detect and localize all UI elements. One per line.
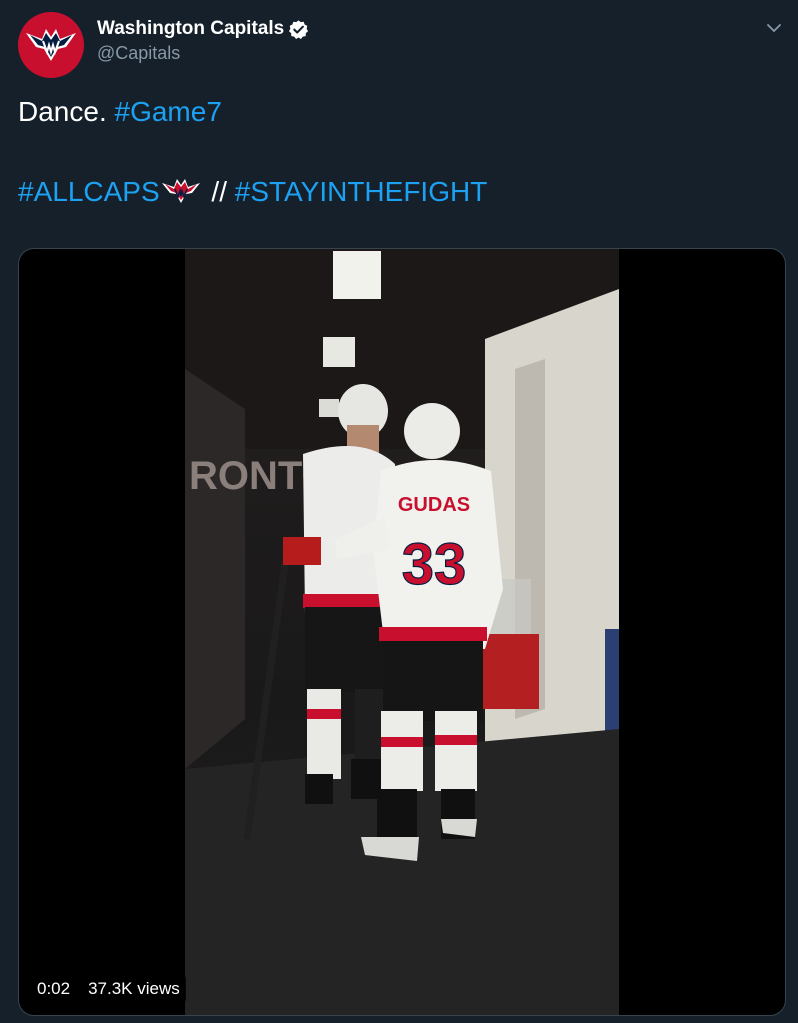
tweet-card[interactable]: Washington Capitals @Capitals Dance. #Ga… [0, 0, 798, 1023]
video-player[interactable]: RONTO GUDAS 33 0:02 37.3K views [18, 248, 786, 1016]
tweet-text-line-1: Dance. #Game7 [18, 92, 487, 132]
verified-badge-icon [289, 19, 309, 39]
jersey-number-text: 33 [402, 532, 467, 597]
video-time-badge: 0:02 [31, 975, 77, 1003]
hashtag-game7-link[interactable]: #Game7 [115, 96, 222, 127]
tweet-text-dance: Dance. [18, 96, 115, 127]
tweet-text-separator: // [203, 176, 235, 207]
capitals-hashflag-icon [161, 179, 200, 203]
author-handle[interactable]: @Capitals [97, 43, 309, 64]
capitals-eagle-logo-icon [26, 29, 76, 61]
avatar[interactable] [18, 12, 84, 78]
hashtag-allcaps-link[interactable]: #ALLCAPS [18, 176, 160, 207]
tweet-text: Dance. #Game7 #ALLCAPS // #STAYINTHEFIGH… [18, 92, 487, 212]
hashtag-stayinthefight-link[interactable]: #STAYINTHEFIGHT [235, 176, 488, 207]
jersey-name-text: GUDAS [398, 494, 470, 516]
author-display-name[interactable]: Washington Capitals [97, 18, 284, 40]
tweet-header: Washington Capitals @Capitals [18, 12, 309, 78]
author-names: Washington Capitals @Capitals [97, 18, 309, 64]
chevron-down-icon[interactable] [764, 18, 784, 38]
video-frame[interactable]: RONTO GUDAS 33 [185, 249, 619, 1015]
tweet-text-line-2: #ALLCAPS // #STAYINTHEFIGHT [18, 172, 487, 212]
video-thumbnail-image: RONTO GUDAS 33 [185, 249, 619, 1015]
video-info-badges: 0:02 37.3K views [31, 975, 186, 1003]
video-views-badge: 37.3K views [82, 975, 186, 1003]
